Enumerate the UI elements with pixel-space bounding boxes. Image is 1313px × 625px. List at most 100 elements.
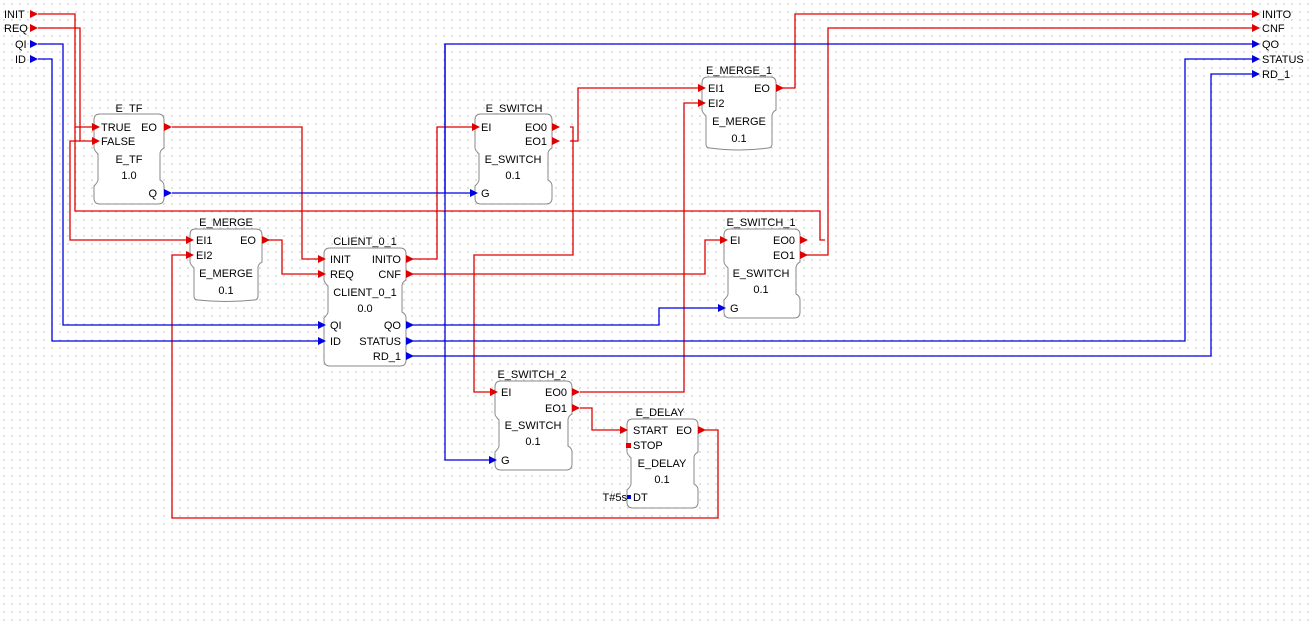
connection-init-to-etf-true[interactable] — [38, 13, 92, 128]
fb-instance-name[interactable]: E_TF — [116, 103, 143, 115]
connection-eswitch2-eo1-to-edelay-start[interactable] — [580, 407, 623, 431]
interface-output-status[interactable]: STATUS — [1252, 54, 1304, 66]
port-ei2[interactable]: EI2 — [196, 250, 213, 262]
port-g[interactable]: G — [481, 188, 490, 200]
port-eo0[interactable]: EO0 — [545, 387, 567, 399]
event-arrow-icon — [572, 404, 580, 412]
port-ei[interactable]: EI — [730, 235, 740, 247]
port-q[interactable]: Q — [148, 188, 157, 200]
port-eo[interactable]: EO — [240, 235, 256, 247]
port-eo[interactable]: EO — [676, 425, 692, 437]
connection-eswitch2-eo0-to-emerge1-ei2[interactable] — [580, 102, 700, 393]
port-id[interactable]: ID — [330, 336, 341, 348]
fb-type: CLIENT_0_1 — [333, 287, 397, 299]
svg-text:STATUS: STATUS — [1262, 54, 1304, 66]
port-init[interactable]: INIT — [330, 254, 351, 266]
fb-type: E_TF — [116, 154, 143, 166]
connection-client-qo-to-eswitch1-g[interactable] — [411, 307, 722, 326]
port-inito[interactable]: INITO — [372, 254, 402, 266]
port-ei1[interactable]: EI1 — [196, 235, 213, 247]
fb-e-switch-1[interactable]: E_SWITCH_1 EI EO0 EO1 E_SWITCH 0.1 G — [718, 217, 808, 319]
fb-e-switch-2[interactable]: E_SWITCH_2 EI EO0 EO1 E_SWITCH 0.1 G — [489, 369, 580, 471]
fb-e-tf[interactable]: E_TF TRUE FALSE EO E_TF 1.0 Q — [92, 103, 172, 205]
port-ei[interactable]: EI — [501, 387, 511, 399]
interface-output-rd1[interactable]: RD_1 — [1252, 69, 1290, 81]
interface-output-cnf[interactable]: CNF — [1252, 23, 1285, 35]
port-cnf[interactable]: CNF — [378, 269, 401, 281]
unconnected-event-pin-icon — [626, 443, 631, 448]
svg-text:RD_1: RD_1 — [1262, 69, 1290, 81]
fb-instance-name[interactable]: E_MERGE_1 — [706, 65, 772, 77]
fb-version: 0.1 — [753, 284, 768, 296]
svg-text:INIT: INIT — [4, 9, 25, 21]
event-arrow-icon — [1252, 10, 1260, 18]
interface-input-id[interactable]: ID — [15, 54, 38, 66]
interface-output-qo[interactable]: QO — [1252, 39, 1280, 51]
interface-input-qi[interactable]: QI — [15, 39, 38, 51]
connection-etf-q-to-eswitch2-g[interactable] — [444, 43, 1252, 193]
port-eo[interactable]: EO — [754, 83, 770, 95]
port-false[interactable]: FALSE — [101, 136, 135, 148]
port-rd1[interactable]: RD_1 — [373, 351, 401, 363]
port-eo1[interactable]: EO1 — [773, 250, 795, 262]
data-arrow-icon — [406, 321, 414, 329]
network-canvas[interactable]: INIT REQ QI ID INITO CNF QO STATUS RD_1 … — [0, 0, 1313, 625]
port-eo1[interactable]: EO1 — [545, 403, 567, 415]
fb-instance-name[interactable]: E_DELAY — [636, 407, 685, 419]
fb-instance-name[interactable]: E_SWITCH — [486, 103, 543, 115]
port-qo[interactable]: QO — [384, 320, 402, 332]
port-g[interactable]: G — [730, 303, 739, 315]
event-arrow-icon — [800, 236, 808, 244]
connection-emerge1-eo-to-inito[interactable] — [780, 13, 1252, 89]
fb-e-merge[interactable]: E_MERGE EI1 EI2 EO E_MERGE 0.1 — [186, 217, 270, 302]
port-eo[interactable]: EO — [141, 122, 157, 134]
fb-instance-name[interactable]: E_SWITCH_1 — [726, 217, 795, 229]
fb-client-0-1[interactable]: CLIENT_0_1 INIT REQ INITO CNF CLIENT_0_1… — [318, 236, 414, 367]
port-eo0[interactable]: EO0 — [525, 122, 547, 134]
data-arrow-icon — [1252, 70, 1260, 78]
event-arrow-icon — [262, 236, 270, 244]
interface-input-init[interactable]: INIT — [4, 9, 38, 21]
interface-outputs: INITO CNF QO STATUS RD_1 — [1252, 9, 1304, 81]
fb-version: 0.1 — [505, 170, 520, 182]
port-eo0[interactable]: EO0 — [773, 235, 795, 247]
fb-type: E_SWITCH — [733, 268, 790, 280]
connection-client-cnf-to-eswitch1-ei[interactable] — [411, 239, 720, 275]
fb-e-switch[interactable]: E_SWITCH EI EO0 EO1 E_SWITCH 0.1 G — [470, 103, 560, 205]
connection-req-to-etf-false[interactable] — [38, 27, 92, 142]
fb-instance-name[interactable]: E_SWITCH_2 — [497, 369, 566, 381]
data-arrow-icon — [164, 189, 172, 197]
port-req[interactable]: REQ — [330, 269, 354, 281]
unconnected-data-pin-icon — [627, 495, 631, 499]
data-arrow-icon — [1252, 55, 1260, 63]
data-arrow-icon — [30, 40, 38, 48]
port-qi[interactable]: QI — [330, 320, 342, 332]
event-arrow-icon — [30, 10, 38, 18]
connection-qo-to-eswitch2-g[interactable] — [444, 44, 491, 461]
port-start[interactable]: START — [633, 425, 668, 437]
port-stop[interactable]: STOP — [633, 440, 663, 452]
port-true[interactable]: TRUE — [101, 122, 131, 134]
fb-e-merge-1[interactable]: E_MERGE_1 EI1 EI2 EO E_MERGE 0.1 — [698, 65, 784, 151]
svg-text:CNF: CNF — [1262, 23, 1285, 35]
port-eo1[interactable]: EO1 — [525, 136, 547, 148]
port-ei2[interactable]: EI2 — [708, 98, 725, 110]
connection-eswitch-eo1-to-emerge1-ei1[interactable] — [570, 87, 700, 142]
dt-parameter-value[interactable]: T#5s — [603, 492, 628, 504]
fb-instance-name[interactable]: CLIENT_0_1 — [333, 236, 397, 248]
port-g[interactable]: G — [501, 455, 510, 467]
fb-e-delay[interactable]: E_DELAY START STOP EO E_DELAY 0.1 DT T#5… — [603, 407, 706, 509]
event-arrow-icon — [164, 123, 172, 131]
event-arrow-icon — [552, 123, 560, 131]
connection-emerge-eo-to-client-req[interactable] — [265, 239, 318, 275]
event-arrow-icon — [552, 137, 560, 145]
port-status[interactable]: STATUS — [359, 336, 401, 348]
fb-instance-name[interactable]: E_MERGE — [199, 217, 253, 229]
event-arrow-icon — [776, 84, 784, 92]
port-dt[interactable]: DT — [633, 492, 648, 504]
port-ei[interactable]: EI — [481, 122, 491, 134]
interface-input-req[interactable]: REQ — [4, 23, 38, 35]
interface-output-inito[interactable]: INITO — [1252, 9, 1292, 21]
event-arrow-icon — [800, 251, 808, 259]
port-ei1[interactable]: EI1 — [708, 83, 725, 95]
